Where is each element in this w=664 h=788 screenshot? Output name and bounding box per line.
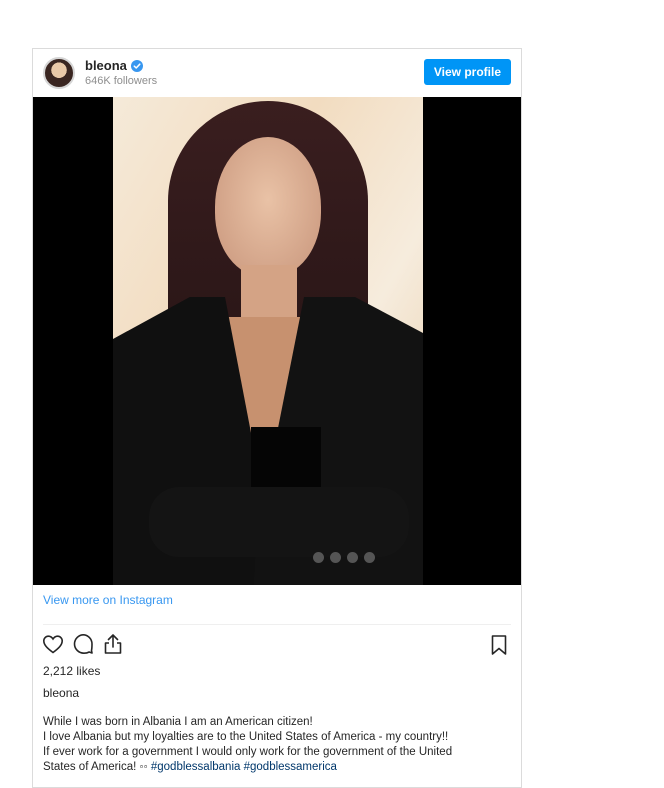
hashtag-link[interactable]: #godblessamerica xyxy=(244,761,337,773)
verified-badge-icon xyxy=(130,59,143,72)
hashtag-link[interactable]: #godblessalbania xyxy=(151,761,241,773)
follower-count: 646K followers xyxy=(85,75,158,87)
likes-count: 2,212 likes xyxy=(43,664,101,678)
action-bar xyxy=(41,632,125,656)
caption-text: While I was born in Albania I am an Amer… xyxy=(43,715,513,775)
view-profile-button[interactable]: View profile xyxy=(423,59,511,85)
caption-line: While I was born in Albania I am an Amer… xyxy=(43,716,313,728)
comment-icon[interactable] xyxy=(71,632,95,656)
post-media[interactable] xyxy=(33,97,521,585)
photo-face-shape xyxy=(215,137,321,277)
caption-line: I love Albania but my loyalties are to t… xyxy=(43,731,449,743)
heart-icon[interactable] xyxy=(41,632,65,656)
view-more-link[interactable]: View more on Instagram xyxy=(43,593,173,607)
caption-line: If ever work for a government I would on… xyxy=(43,746,453,758)
photo-arms-shape xyxy=(149,487,409,557)
avatar[interactable] xyxy=(43,57,75,89)
instagram-embed: bleona 646K followers View profile View … xyxy=(32,48,522,788)
divider xyxy=(43,624,511,625)
share-icon[interactable] xyxy=(101,632,125,656)
caption-line: States of America! ◦◦ #godblessalbania #… xyxy=(43,760,513,775)
post-header: bleona 646K followers View profile xyxy=(33,49,521,97)
caption-username[interactable]: bleona xyxy=(43,686,79,700)
photo-sleeve-buttons xyxy=(313,552,375,563)
post-photo xyxy=(113,97,423,585)
username-row: bleona xyxy=(85,58,143,73)
bookmark-icon[interactable] xyxy=(487,633,511,657)
username[interactable]: bleona xyxy=(85,58,127,73)
caption-last-prefix: States of America! ◦◦ xyxy=(43,761,151,773)
